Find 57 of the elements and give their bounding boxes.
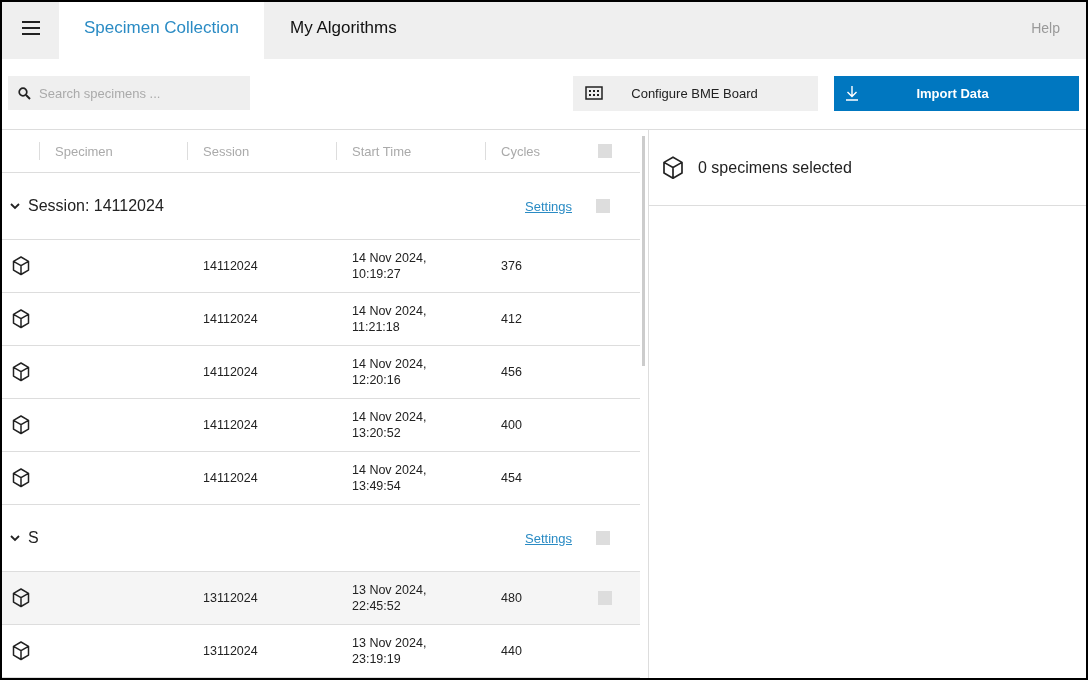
- group-title: Session: 14112024: [28, 197, 164, 215]
- download-icon: [846, 85, 858, 101]
- table-cell: 14 Nov 2024, 10:19:27: [352, 250, 427, 282]
- table-cell: 13112024: [203, 591, 258, 605]
- chevron-icon[interactable]: [10, 534, 20, 542]
- table-cell: 14 Nov 2024, 13:49:54: [352, 462, 427, 494]
- group-title: S: [28, 529, 39, 547]
- checkbox[interactable]: [597, 144, 612, 158]
- table-cell: 14112024: [203, 471, 258, 485]
- table-cell: 480: [501, 591, 522, 605]
- table-cell: 14112024: [203, 365, 258, 379]
- table-cell: 454: [501, 471, 522, 485]
- table-row[interactable]: 14112024 14 Nov 2024, 11:21:18 412: [2, 293, 640, 346]
- chevron-icon[interactable]: [10, 202, 20, 210]
- table-cell: 456: [501, 365, 522, 379]
- table-cell: 440: [501, 644, 522, 658]
- table-row[interactable]: 14112024 14 Nov 2024, 13:49:54 454: [2, 452, 640, 505]
- cube-icon: [11, 256, 30, 276]
- table-row[interactable]: 14112024 14 Nov 2024, 10:19:27 376: [2, 240, 640, 293]
- cube-icon: [11, 362, 30, 382]
- checkbox[interactable]: [597, 591, 612, 605]
- search-field[interactable]: Search specimens ...: [8, 76, 250, 110]
- menu-icon: [21, 21, 40, 35]
- table-row[interactable]: 14112024 14 Nov 2024, 13:20:52 400: [2, 399, 640, 452]
- table-cell: 14112024: [203, 312, 258, 326]
- table-cell: 13112024: [203, 644, 258, 658]
- table-row[interactable]: 14112024 14 Nov 2024, 12:20:16 456: [2, 346, 640, 399]
- scrollbar[interactable]: [642, 136, 645, 366]
- table-cell: 14 Nov 2024, 11:21:18: [352, 303, 427, 335]
- checkbox[interactable]: [596, 531, 610, 545]
- checkbox[interactable]: [596, 199, 610, 213]
- cube-icon: [11, 641, 30, 661]
- cube-icon: [662, 155, 684, 180]
- table-cell: 13 Nov 2024, 22:45:52: [352, 582, 427, 614]
- settings-link[interactable]: Settings: [525, 530, 572, 546]
- cube-icon: [11, 415, 30, 435]
- toolbar-button[interactable]: Configure BME Board: [573, 75, 818, 111]
- table-cell: 412: [501, 312, 522, 326]
- cube-icon: [11, 468, 30, 488]
- search-icon: [18, 87, 31, 100]
- table-cell: 13 Nov 2024, 23:19:19: [352, 635, 427, 667]
- table-cell: 14 Nov 2024, 13:20:52: [352, 409, 427, 441]
- table-row[interactable]: 13112024 13 Nov 2024, 22:45:52 480: [2, 572, 640, 625]
- keypad-icon: [585, 86, 603, 100]
- tab[interactable]: My Algorithms: [263, 2, 423, 59]
- table-cell: 14112024: [203, 259, 258, 273]
- table-cell: 14112024: [203, 418, 258, 432]
- selection-summary: 0 specimens selected: [698, 158, 852, 177]
- table-cell: 376: [501, 259, 522, 273]
- table-cell: 14 Nov 2024, 12:20:16: [352, 356, 427, 388]
- cube-icon: [11, 309, 30, 329]
- settings-link[interactable]: Settings: [525, 198, 572, 214]
- tab[interactable]: Specimen Collection: [59, 2, 264, 59]
- table-cell: 400: [501, 418, 522, 432]
- cube-icon: [11, 588, 30, 608]
- toolbar-button[interactable]: Import Data: [834, 75, 1079, 111]
- table-row[interactable]: 13112024 13 Nov 2024, 23:19:19 440: [2, 625, 640, 678]
